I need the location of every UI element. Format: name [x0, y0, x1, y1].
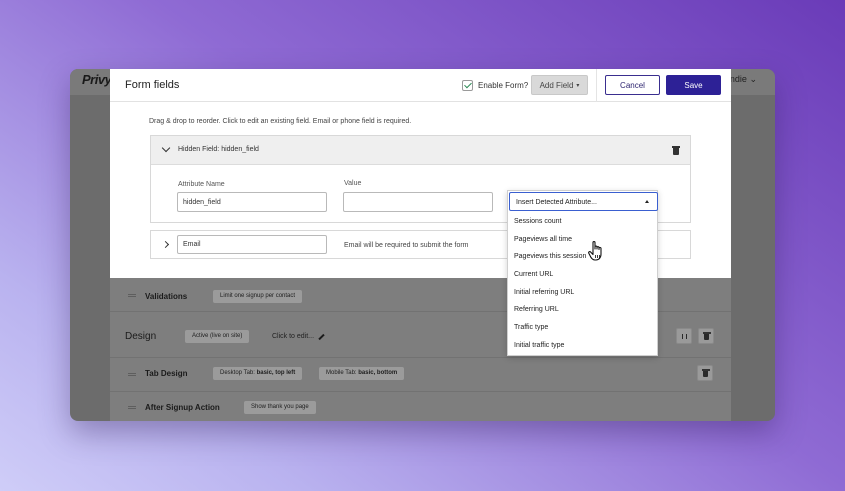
trash-icon: [703, 332, 711, 340]
option-pageviews-all-time[interactable]: Pageviews all time: [514, 236, 572, 243]
mobile-tab-prefix: Mobile Tab:: [326, 370, 359, 376]
chevron-down-icon[interactable]: [161, 143, 171, 153]
detected-attribute-dropdown[interactable]: Insert Detected Attribute... Sessions co…: [507, 190, 658, 356]
option-initial-traffic-type[interactable]: Initial traffic type: [514, 342, 564, 349]
option-pageviews-this-session[interactable]: Pageviews this session: [514, 253, 586, 260]
add-field-button[interactable]: Add Field ▾: [531, 75, 588, 95]
modal-title: Form fields: [125, 79, 180, 91]
drag-handle-icon[interactable]: [128, 294, 136, 297]
option-sessions-count[interactable]: Sessions count: [514, 218, 561, 225]
desktop-tab-tag: Desktop Tab: basic, top left: [213, 367, 303, 380]
after-signup-label: After Signup Action: [145, 403, 220, 412]
validations-label: Validations: [145, 292, 188, 301]
value-label: Value: [344, 180, 362, 187]
cancel-button[interactable]: Cancel: [605, 75, 660, 95]
modal-header: Form fields Enable Form? Add Field ▾ Can…: [110, 69, 731, 102]
delete-design-button[interactable]: [698, 328, 714, 344]
drag-handle-icon[interactable]: [128, 373, 136, 376]
option-initial-referring-url[interactable]: Initial referring URL: [514, 289, 574, 296]
validations-tag: Limit one signup per contact: [213, 290, 303, 303]
delete-tab-design-button[interactable]: [697, 365, 713, 381]
detected-attribute-select[interactable]: Insert Detected Attribute...: [509, 192, 658, 211]
enable-form-checkbox[interactable]: [462, 80, 473, 91]
trash-icon: [702, 369, 710, 377]
pause-button[interactable]: [676, 328, 692, 344]
option-current-url[interactable]: Current URL: [514, 271, 553, 278]
after-signup-row[interactable]: After Signup Action Show thank you page: [110, 392, 731, 421]
option-referring-url[interactable]: Referring URL: [514, 306, 559, 313]
chevron-down-icon: ⌄: [749, 74, 757, 84]
chevron-right-icon[interactable]: [161, 240, 170, 249]
after-signup-tag: Show thank you page: [244, 401, 316, 414]
pencil-icon[interactable]: [318, 333, 325, 341]
option-traffic-type[interactable]: Traffic type: [514, 324, 548, 331]
brand-logo: Privy: [82, 72, 112, 87]
app-window: Privy andie ⌄ Form fields Enable Form? A…: [70, 69, 775, 421]
desktop-tab-prefix: Desktop Tab:: [220, 370, 257, 376]
value-input[interactable]: [343, 192, 493, 212]
attribute-name-label: Attribute Name: [178, 181, 225, 188]
email-required-note: Email will be required to submit the for…: [344, 242, 469, 249]
tab-design-label: Tab Design: [145, 369, 188, 378]
tab-design-row[interactable]: Tab Design Desktop Tab: basic, top left …: [110, 358, 731, 392]
instructions-text: Drag & drop to reorder. Click to edit an…: [149, 118, 412, 125]
pause-icon: [682, 334, 687, 339]
trash-icon[interactable]: [672, 146, 680, 155]
hidden-field-header[interactable]: Hidden Field: hidden_field: [151, 136, 690, 165]
mobile-tab-tag: Mobile Tab: basic, bottom: [319, 367, 405, 380]
hand-cursor-icon: [588, 241, 602, 261]
enable-form-label: Enable Form?: [478, 81, 529, 90]
design-edit-link[interactable]: Click to edit...: [272, 333, 314, 340]
save-button[interactable]: Save: [666, 75, 721, 95]
header-divider: [596, 69, 597, 102]
mobile-tab-value: basic, bottom: [358, 370, 398, 376]
add-field-label: Add Field: [539, 80, 574, 90]
dropdown-selected-label: Insert Detected Attribute...: [516, 199, 597, 206]
caret-up-icon: [645, 200, 649, 203]
caret-down-icon: ▾: [576, 82, 580, 89]
desktop-tab-value: basic, top left: [256, 370, 296, 376]
email-field-input[interactable]: Email: [177, 235, 327, 254]
hidden-field-title: Hidden Field: hidden_field: [178, 146, 259, 153]
design-title: Design: [125, 331, 157, 342]
drag-handle-icon[interactable]: [128, 406, 136, 409]
attribute-name-input[interactable]: hidden_field: [177, 192, 327, 212]
design-status-tag: Active (live on site): [185, 330, 250, 343]
